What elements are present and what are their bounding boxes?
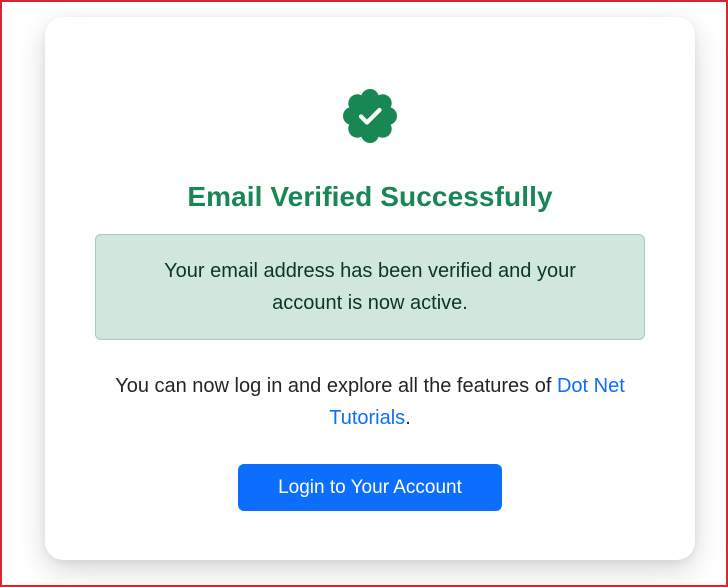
success-alert-message: Your email address has been verified and… (164, 260, 576, 314)
page-title: Email Verified Successfully (187, 181, 553, 212)
info-text-before: You can now log in and explore all the f… (115, 375, 557, 397)
success-alert: Your email address has been verified and… (95, 234, 645, 340)
check-badge-icon (340, 86, 400, 146)
info-text: You can now log in and explore all the f… (85, 370, 655, 434)
login-button[interactable]: Login to Your Account (238, 464, 502, 511)
verification-card: Email Verified Successfully Your email a… (45, 17, 695, 560)
window-frame: Email Verified Successfully Your email a… (0, 0, 728, 587)
info-text-after: . (405, 407, 411, 429)
